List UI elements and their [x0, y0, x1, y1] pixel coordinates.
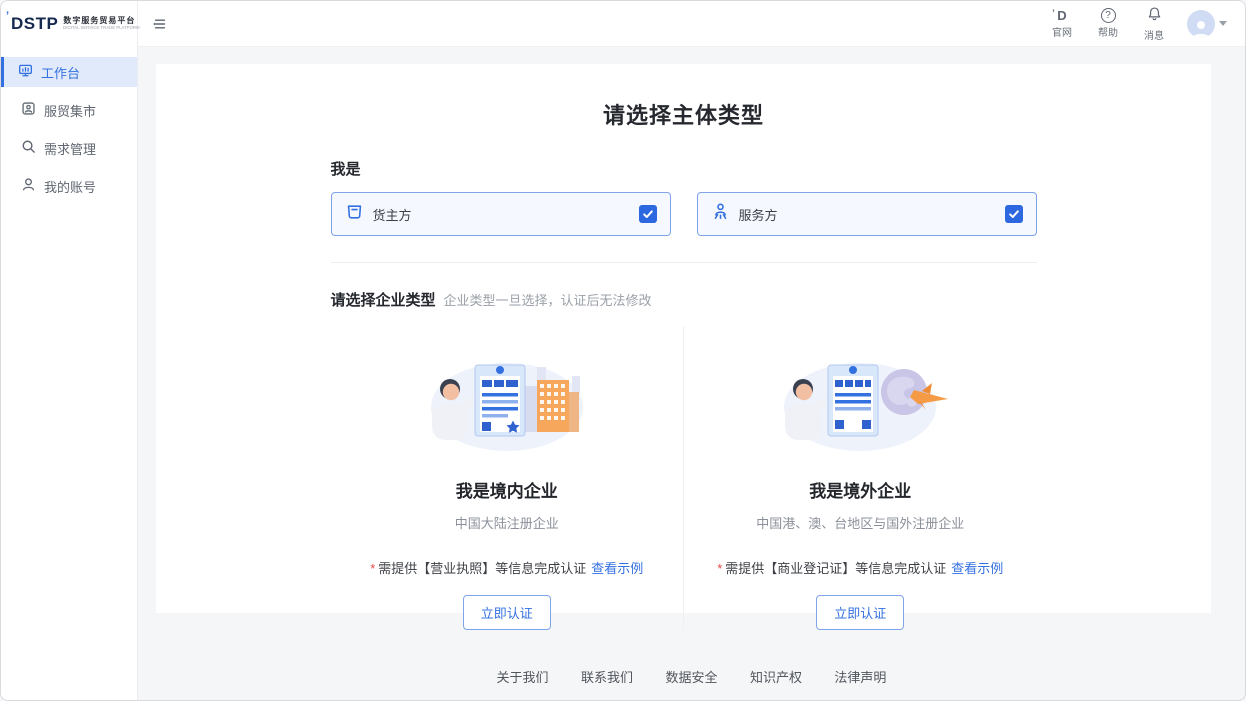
role-option-label: 服务方: [739, 205, 778, 224]
check-icon: [1008, 208, 1020, 220]
user-menu[interactable]: [1187, 10, 1227, 38]
overseas-note-text: 需提供【商业登记证】等信息完成认证: [725, 561, 946, 576]
service-person-icon: [711, 202, 730, 226]
enterprise-section-label: 请选择企业类型: [331, 289, 436, 310]
brand-logo: ’DSTP 数字服务贸易平台 DIGITAL SERVICE TRADE PLA…: [1, 1, 137, 47]
sidebar-item-trade-market[interactable]: 服贸集市: [1, 95, 137, 125]
bell-icon: [1147, 6, 1162, 26]
overseas-enterprise-panel: 我是境外企业 中国港、澳、台地区与国外注册企业 *需提供【商业登记证】等信息完成…: [683, 326, 1037, 630]
domestic-subtitle: 中国大陆注册企业: [331, 513, 684, 532]
top-bar-actions: D 官网 ? 帮助 消息: [1049, 6, 1227, 42]
user-icon: [21, 177, 36, 195]
view-example-link[interactable]: 查看示例: [951, 561, 1003, 576]
page-title: 请选择主体类型: [156, 98, 1211, 130]
footer-link-data-security[interactable]: 数据安全: [665, 670, 717, 685]
enterprise-options: 我是境内企业 中国大陆注册企业 *需提供【营业执照】等信息完成认证查看示例 立即…: [331, 326, 1037, 630]
messages-button[interactable]: 消息: [1141, 6, 1167, 42]
dstp-d-icon: D: [1057, 8, 1066, 23]
sidebar-item-label: 需求管理: [44, 139, 96, 158]
domestic-title: 我是境内企业: [331, 477, 684, 502]
cargo-owner-checkbox[interactable]: [639, 205, 657, 223]
overseas-subtitle: 中国港、澳、台地区与国外注册企业: [684, 513, 1037, 532]
avatar: [1187, 10, 1215, 38]
sidebar-item-demand-management[interactable]: 需求管理: [1, 133, 137, 163]
search-icon: [21, 139, 36, 157]
domestic-illustration: [417, 350, 597, 456]
role-options: 货主方: [331, 192, 1037, 236]
sidebar-item-my-account[interactable]: 我的账号: [1, 171, 137, 201]
role-section-label: 我是: [331, 158, 1037, 179]
main-content: 请选择主体类型 我是 货主方: [138, 47, 1245, 700]
enterprise-section-header: 请选择企业类型 企业类型一旦选择，认证后无法修改: [331, 289, 1037, 310]
role-option-cargo-owner[interactable]: 货主方: [331, 192, 671, 236]
overseas-illustration: [770, 350, 950, 456]
overseas-authenticate-button[interactable]: 立即认证: [816, 595, 904, 630]
help-question-icon: ?: [1101, 8, 1116, 23]
section-divider: [331, 262, 1037, 263]
app-root: ’DSTP 数字服务贸易平台 DIGITAL SERVICE TRADE PLA…: [0, 0, 1246, 701]
top-bar: D 官网 ? 帮助 消息: [138, 1, 1245, 47]
role-option-label: 货主方: [373, 205, 412, 224]
chevron-down-icon: [1219, 21, 1227, 26]
official-site-label: 官网: [1052, 24, 1072, 39]
sidebar-item-label: 工作台: [41, 63, 80, 82]
domestic-note-text: 需提供【营业执照】等信息完成认证: [378, 561, 586, 576]
help-button[interactable]: ? 帮助: [1095, 8, 1121, 39]
workbench-icon: [18, 63, 33, 81]
overseas-requirement-note: *需提供【商业登记证】等信息完成认证查看示例: [684, 558, 1037, 577]
sidebar-item-label: 我的账号: [44, 177, 96, 196]
role-option-service-provider[interactable]: 服务方: [697, 192, 1037, 236]
sidebar-item-label: 服贸集市: [44, 101, 96, 120]
check-icon: [642, 208, 654, 220]
official-site-button[interactable]: D 官网: [1049, 8, 1075, 39]
entity-type-panel: 请选择主体类型 我是 货主方: [156, 64, 1211, 613]
footer-link-contact[interactable]: 联系我们: [581, 670, 633, 685]
market-badge-icon: [21, 101, 36, 119]
brand-name-en: DIGITAL SERVICE TRADE PLATFORM: [63, 26, 140, 31]
footer-link-legal[interactable]: 法律声明: [834, 670, 886, 685]
domestic-enterprise-panel: 我是境内企业 中国大陆注册企业 *需提供【营业执照】等信息完成认证查看示例 立即…: [331, 326, 684, 630]
domestic-requirement-note: *需提供【营业执照】等信息完成认证查看示例: [331, 558, 684, 577]
required-asterisk: *: [717, 561, 722, 576]
messages-label: 消息: [1144, 27, 1164, 42]
footer-link-ip[interactable]: 知识产权: [750, 670, 802, 685]
enterprise-section-hint: 企业类型一旦选择，认证后无法修改: [444, 290, 652, 309]
sidebar-item-workbench[interactable]: 工作台: [1, 57, 137, 87]
brand-text: 数字服务贸易平台 DIGITAL SERVICE TRADE PLATFORM: [63, 16, 169, 32]
domestic-authenticate-button[interactable]: 立即认证: [463, 595, 551, 630]
service-provider-checkbox[interactable]: [1005, 205, 1023, 223]
footer: 关于我们 联系我们 数据安全 知识产权 法律声明: [138, 667, 1245, 687]
sidebar-menu: 工作台 服贸集市 需求: [1, 57, 137, 201]
required-asterisk: *: [370, 561, 375, 576]
cargo-box-icon: [345, 202, 364, 226]
dstp-logo-icon: ’DSTP: [11, 14, 58, 34]
footer-link-about[interactable]: 关于我们: [497, 670, 549, 685]
help-label: 帮助: [1098, 24, 1118, 39]
sidebar: ’DSTP 数字服务贸易平台 DIGITAL SERVICE TRADE PLA…: [1, 1, 138, 700]
brand-name-cn: 数字服务贸易平台: [63, 16, 169, 25]
view-example-link[interactable]: 查看示例: [591, 561, 643, 576]
overseas-title: 我是境外企业: [684, 477, 1037, 502]
